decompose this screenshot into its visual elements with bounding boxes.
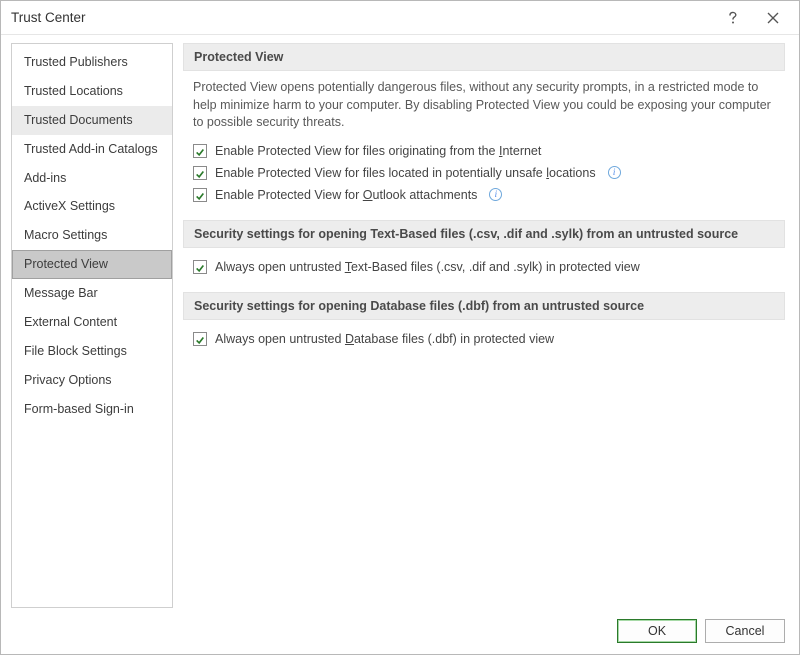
section-text-based-body: Always open untrusted Text-Based files (… [183, 256, 785, 292]
sidebar-item-message-bar[interactable]: Message Bar [12, 279, 172, 308]
checkbox-label[interactable]: Enable Protected View for files located … [215, 166, 596, 180]
checkbox-label[interactable]: Enable Protected View for Outlook attach… [215, 188, 477, 202]
protected-view-description: Protected View opens potentially dangero… [193, 79, 775, 132]
sidebar-item-trusted-documents[interactable]: Trusted Documents [12, 106, 172, 135]
sidebar-item-label: Form-based Sign-in [24, 402, 134, 416]
text-based-option-0: Always open untrusted Text-Based files (… [193, 256, 775, 278]
cancel-button[interactable]: Cancel [705, 619, 785, 643]
info-icon[interactable]: i [608, 166, 621, 179]
sidebar-item-label: Privacy Options [24, 373, 112, 387]
sidebar-item-label: Trusted Documents [24, 113, 133, 127]
dialog-footer: OK Cancel [1, 608, 799, 654]
close-button[interactable] [753, 1, 793, 35]
section-database-body: Always open untrusted Database files (.d… [183, 328, 785, 364]
section-text-based-heading: Security settings for opening Text-Based… [183, 220, 785, 248]
checkbox[interactable] [193, 332, 207, 346]
sidebar-item-label: Add-ins [24, 171, 66, 185]
sidebar-item-privacy-options[interactable]: Privacy Options [12, 366, 172, 395]
sidebar-item-trusted-add-in-catalogs[interactable]: Trusted Add-in Catalogs [12, 135, 172, 164]
protected-view-option-1: Enable Protected View for files located … [193, 162, 775, 184]
dialog-body: Trusted Publishers Trusted Locations Trust… [1, 35, 799, 608]
sidebar-item-label: Message Bar [24, 286, 98, 300]
checkbox-label[interactable]: Enable Protected View for files originat… [215, 144, 541, 158]
sidebar-item-label: Protected View [24, 257, 108, 271]
title-bar: Trust Center [1, 1, 799, 35]
section-database-heading: Security settings for opening Database f… [183, 292, 785, 320]
checkbox[interactable] [193, 188, 207, 202]
sidebar-item-label: Trusted Publishers [24, 55, 128, 69]
checkbox-label[interactable]: Always open untrusted Text-Based files (… [215, 260, 640, 274]
close-icon [767, 12, 779, 24]
database-option-0: Always open untrusted Database files (.d… [193, 328, 775, 350]
sidebar-item-protected-view[interactable]: Protected View [12, 250, 172, 279]
sidebar-item-add-ins[interactable]: Add-ins [12, 164, 172, 193]
checkbox[interactable] [193, 166, 207, 180]
sidebar-item-form-based-sign-in[interactable]: Form-based Sign-in [12, 395, 172, 424]
checkbox[interactable] [193, 260, 207, 274]
sidebar-item-label: Macro Settings [24, 228, 107, 242]
ok-button[interactable]: OK [617, 619, 697, 643]
sidebar-item-trusted-locations[interactable]: Trusted Locations [12, 77, 172, 106]
help-button[interactable] [713, 1, 753, 35]
protected-view-option-2: Enable Protected View for Outlook attach… [193, 184, 775, 206]
settings-pane: Protected View Protected View opens pote… [183, 43, 789, 608]
window-title: Trust Center [11, 10, 713, 25]
checkbox-label[interactable]: Always open untrusted Database files (.d… [215, 332, 554, 346]
sidebar-item-label: External Content [24, 315, 117, 329]
section-protected-view-body: Protected View opens potentially dangero… [183, 79, 785, 220]
sidebar-item-activex-settings[interactable]: ActiveX Settings [12, 192, 172, 221]
sidebar-item-macro-settings[interactable]: Macro Settings [12, 221, 172, 250]
sidebar-item-label: ActiveX Settings [24, 199, 115, 213]
help-icon [727, 11, 739, 25]
category-list: Trusted Publishers Trusted Locations Trust… [11, 43, 173, 608]
sidebar-item-external-content[interactable]: External Content [12, 308, 172, 337]
sidebar-item-trusted-publishers[interactable]: Trusted Publishers [12, 48, 172, 77]
sidebar-item-label: Trusted Add-in Catalogs [24, 142, 158, 156]
info-icon[interactable]: i [489, 188, 502, 201]
protected-view-option-0: Enable Protected View for files originat… [193, 140, 775, 162]
checkbox[interactable] [193, 144, 207, 158]
sidebar-item-label: File Block Settings [24, 344, 127, 358]
sidebar-item-label: Trusted Locations [24, 84, 123, 98]
section-protected-view-heading: Protected View [183, 43, 785, 71]
sidebar-item-file-block-settings[interactable]: File Block Settings [12, 337, 172, 366]
